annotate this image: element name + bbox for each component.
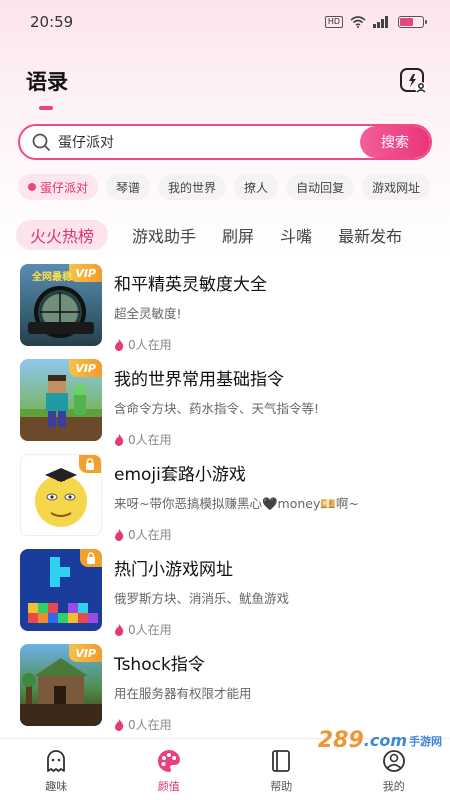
thumbnail-caption: 全网最稳 (32, 272, 72, 283)
list-item[interactable]: VIP 我的世界常用基础指令 含命令方块、药水指令、天气指令等! 0人在用 (0, 359, 450, 454)
lock-badge (80, 549, 102, 567)
chip-label: 琴谱 (116, 180, 141, 195)
item-title: 热门小游戏网址 (114, 560, 233, 580)
usage-count: 0人在用 (128, 338, 172, 352)
item-thumbnail (20, 454, 102, 536)
nav-label: 帮助 (270, 780, 293, 793)
category-tabs: 火火热榜 游戏助手 刷屏 斗嘴 最新发布 (0, 220, 450, 250)
chip-item[interactable]: 琴谱 (106, 174, 151, 200)
item-description: 用在服务器有权限才能用 (114, 686, 252, 701)
nav-looks[interactable]: 颜值 (113, 739, 226, 800)
vip-badge: VIP (69, 644, 102, 662)
flame-icon (115, 718, 124, 731)
status-icons: HD (324, 16, 427, 28)
item-title: 和平精英灵敏度大全 (114, 275, 267, 295)
tab-spam[interactable]: 刷屏 (220, 220, 256, 250)
tab-hot[interactable]: 火火热榜 (16, 220, 109, 250)
list-item[interactable]: emoji套路小游戏 来呀~带你恶搞模拟赚黑心🖤money💴啊~ 0人在用 (0, 454, 450, 549)
nav-label: 颜值 (157, 780, 180, 793)
headset-user-icon[interactable] (398, 66, 428, 96)
item-usage: 0人在用 (114, 431, 319, 448)
watermark-sub: 手游网 (409, 734, 442, 748)
item-title: emoji套路小游戏 (114, 465, 246, 485)
item-thumbnail: VIP (20, 359, 102, 441)
usage-count: 0人在用 (128, 718, 172, 732)
chip-item[interactable]: 蛋仔派对 (18, 174, 99, 200)
signal-icon (373, 16, 388, 28)
item-thumbnail: VIP 全网最稳 (20, 264, 102, 346)
list-item[interactable]: VIP 全网最稳 和平精英灵敏度大全 超全灵敏度! 0人在用 (0, 264, 450, 359)
flame-icon (115, 433, 124, 446)
site-watermark: 289 .com 手游网 (318, 728, 442, 753)
usage-count: 0人在用 (128, 528, 172, 542)
status-bar: 20:59 HD (0, 0, 450, 44)
search-icon (32, 133, 50, 151)
list-item[interactable]: 热门小游戏网址 俄罗斯方块、消消乐、鱿鱼游戏 0人在用 (0, 549, 450, 644)
chip-label: 游戏网址 (372, 180, 421, 195)
vip-badge: VIP (69, 359, 102, 377)
flame-icon (115, 623, 124, 636)
content-list: VIP 全网最稳 和平精英灵敏度大全 超全灵敏度! 0人在用 VIP 我的世界常… (0, 264, 450, 739)
vip-badge: VIP (69, 264, 102, 282)
hd-icon: HD (324, 16, 343, 28)
watermark-brand: 289 (317, 728, 364, 753)
item-usage: 0人在用 (114, 716, 252, 733)
usage-count: 0人在用 (128, 433, 172, 447)
search-input[interactable] (52, 134, 360, 150)
wifi-icon (350, 16, 366, 28)
status-time: 20:59 (30, 13, 74, 31)
chip-label: 我的世界 (168, 180, 217, 195)
tab-game-helper[interactable]: 游戏助手 (130, 220, 198, 250)
usage-count: 0人在用 (128, 623, 172, 637)
item-usage: 0人在用 (114, 526, 359, 543)
lock-icon (87, 552, 95, 564)
page-title: 语录 (26, 70, 68, 94)
search-button[interactable]: 搜索 (360, 126, 430, 158)
nav-label: 我的 (382, 780, 405, 793)
item-description: 俄罗斯方块、消消乐、鱿鱼游戏 (114, 591, 290, 606)
list-item[interactable]: VIP Tshock指令 用在服务器有权限才能用 0人在用 (0, 644, 450, 739)
chip-item[interactable]: 撩人 (234, 174, 279, 200)
chip-item[interactable]: 我的世界 (158, 174, 227, 200)
battery-icon (398, 16, 427, 28)
title-underline (39, 106, 53, 110)
nav-fun[interactable]: 趣味 (0, 739, 113, 800)
chip-label: 自动回复 (296, 180, 345, 195)
chip-label: 撩人 (244, 180, 269, 195)
lock-icon (86, 458, 94, 470)
tab-banter[interactable]: 斗嘴 (278, 220, 314, 250)
item-thumbnail (20, 549, 102, 631)
chip-item[interactable]: 自动回复 (286, 174, 355, 200)
palette-icon (157, 750, 180, 772)
nav-label: 趣味 (45, 780, 68, 793)
chip-item[interactable]: 游戏网址 (362, 174, 431, 200)
lock-badge (79, 455, 101, 473)
item-usage: 0人在用 (114, 336, 267, 353)
item-thumbnail: VIP (20, 644, 102, 726)
flame-icon (115, 528, 124, 541)
watermark-suffix: .com (363, 731, 407, 750)
item-description: 来呀~带你恶搞模拟赚黑心🖤money💴啊~ (114, 496, 359, 511)
tab-latest[interactable]: 最新发布 (336, 220, 404, 250)
flame-icon (115, 338, 124, 351)
header: 语录 (0, 44, 450, 118)
item-usage: 0人在用 (114, 621, 289, 638)
book-icon (272, 750, 291, 772)
search-bar: 搜索 (18, 124, 432, 160)
item-description: 含命令方块、药水指令、天气指令等! (114, 401, 320, 416)
keyword-chips: 蛋仔派对 琴谱 我的世界 撩人 自动回复 游戏网址 (0, 174, 450, 200)
item-title: 我的世界常用基础指令 (114, 370, 284, 390)
chip-label: 蛋仔派对 (40, 180, 89, 195)
ghost-icon (47, 750, 66, 772)
item-description: 超全灵敏度! (114, 306, 182, 321)
item-title: Tshock指令 (114, 655, 205, 675)
hot-dot-icon (28, 183, 36, 191)
